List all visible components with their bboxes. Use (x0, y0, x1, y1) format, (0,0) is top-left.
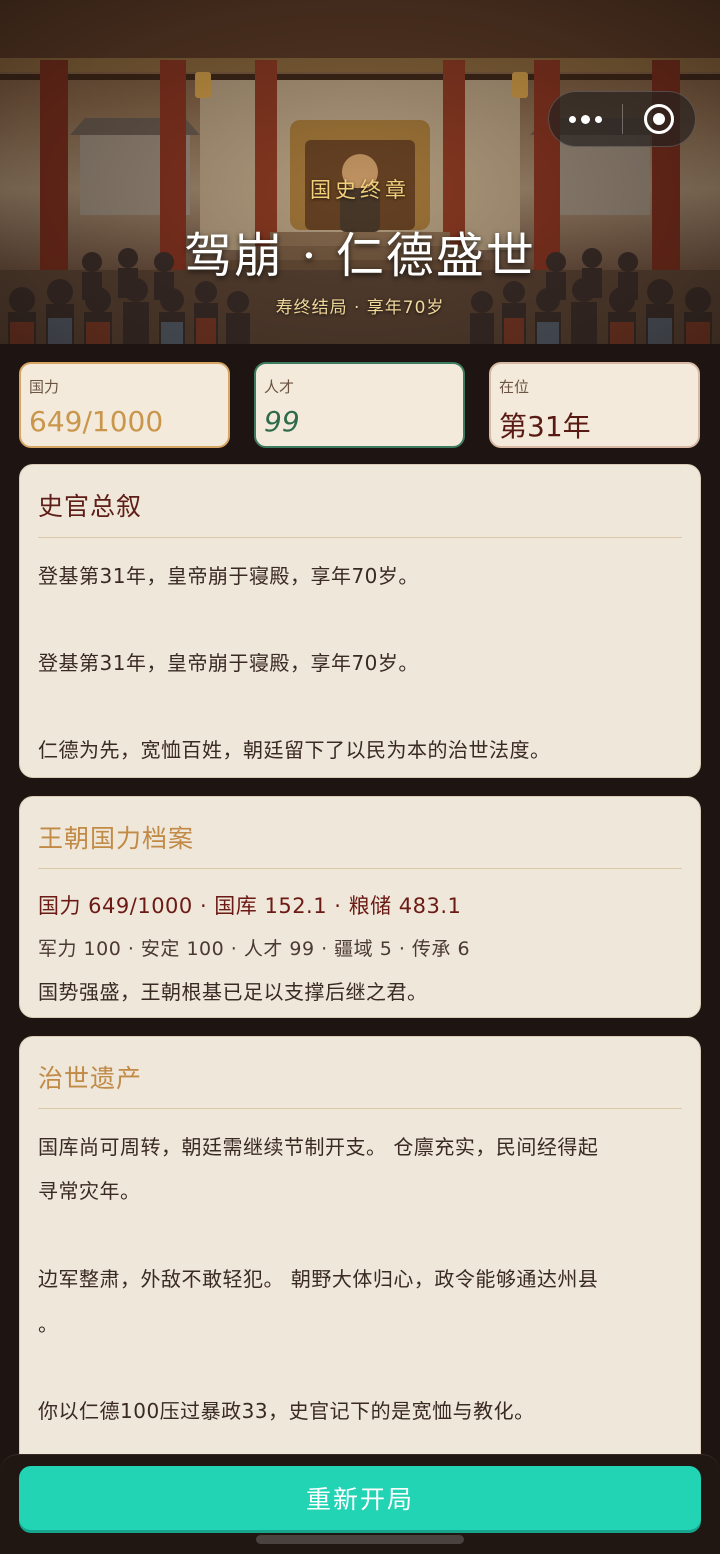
archive-line-secondary: 军力 100 · 安定 100 · 人才 99 · 疆域 5 · 传承 6 (38, 938, 471, 960)
legacy-title: 治世遗产 (38, 1064, 143, 1093)
chronicle-paragraph: 登基第31年，皇帝崩于寝殿，享年70岁。 (38, 564, 419, 588)
more-button[interactable] (549, 91, 622, 147)
archive-title: 王朝国力档案 (38, 824, 195, 853)
home-indicator (256, 1535, 464, 1544)
archive-line-summary: 国势强盛，王朝根基已足以支撑后继之君。 (38, 980, 428, 1004)
dynasty-archive-panel: 王朝国力档案 国力 649/1000 · 国库 152.1 · 粮储 483.1… (19, 796, 701, 1018)
legacy-line: 寻常灾年。 (38, 1179, 141, 1203)
stat-value: 99 (264, 405, 300, 438)
hero-kicker: 国史终章 (310, 178, 410, 202)
hero-banner: 国史终章 驾崩 · 仁德盛世 寿终结局 · 享年70岁 (0, 0, 720, 344)
close-miniprogram-button[interactable] (623, 91, 696, 147)
stat-card-reign: 在位 第31年 (489, 362, 700, 448)
stat-value: 第31年 (499, 410, 591, 443)
bottom-action-bar: 重新开局 (0, 1454, 720, 1554)
legacy-line: 国库尚可周转，朝廷需继续节制开支。 仓廪充实，民间经得起 (38, 1135, 599, 1159)
legacy-panel: 治世遗产 国库尚可周转，朝廷需继续节制开支。 仓廪充实，民间经得起 寻常灾年。 … (19, 1036, 701, 1516)
legacy-line: 边军整肃，外敌不敢轻犯。 朝野大体归心，政令能够通达州县 (38, 1267, 599, 1291)
divider (38, 1108, 682, 1109)
stat-label: 国力 (29, 378, 60, 396)
stat-label: 人才 (264, 378, 295, 396)
chronicle-paragraph: 登基第31年，皇帝崩于寝殿，享年70岁。 (38, 651, 419, 675)
stat-card-talent: 人才 99 (254, 362, 465, 448)
legacy-line: 。 (38, 1312, 59, 1336)
chronicle-title: 史官总叙 (38, 492, 143, 521)
legacy-line: 你以仁德100压过暴政33，史官记下的是宽恤与教化。 (38, 1399, 535, 1423)
chronicle-panel: 史官总叙 登基第31年，皇帝崩于寝殿，享年70岁。 登基第31年，皇帝崩于寝殿，… (19, 464, 701, 778)
divider (38, 537, 682, 538)
miniprogram-capsule (548, 91, 696, 147)
stat-value: 649/1000 (29, 405, 164, 438)
hero-text: 国史终章 驾崩 · 仁德盛世 寿终结局 · 享年70岁 (0, 0, 720, 344)
chronicle-paragraph: 仁德为先，宽恤百姓，朝廷留下了以民为本的治世法度。 (38, 738, 551, 762)
stat-label: 在位 (499, 378, 530, 396)
archive-line-primary: 国力 649/1000 · 国库 152.1 · 粮储 483.1 (38, 894, 462, 918)
ending-title: 驾崩 · 仁德盛世 (184, 228, 536, 284)
restart-game-button[interactable]: 重新开局 (19, 1466, 701, 1530)
divider (38, 868, 682, 869)
ending-subtitle: 寿终结局 · 享年70岁 (275, 298, 445, 318)
target-close-icon (643, 104, 674, 134)
stat-card-power: 国力 649/1000 (19, 362, 230, 448)
more-dots-icon (568, 114, 602, 124)
